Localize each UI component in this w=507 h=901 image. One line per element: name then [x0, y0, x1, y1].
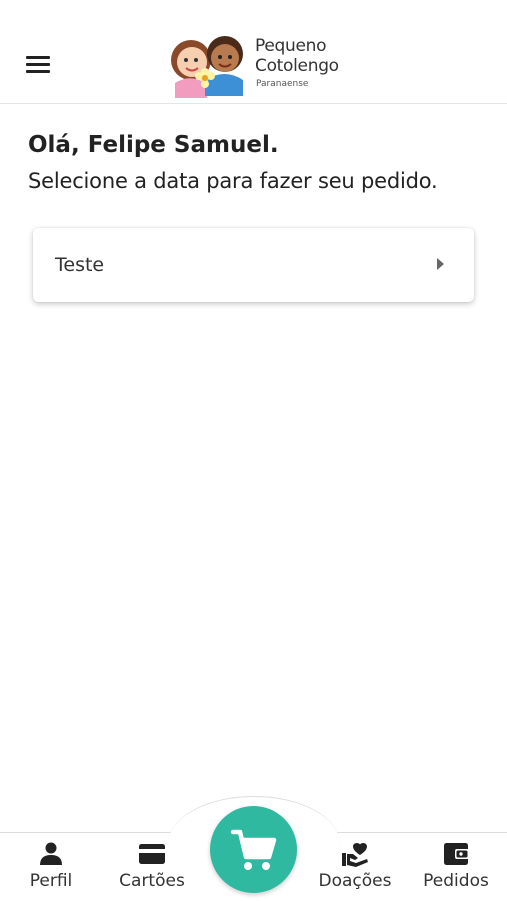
greeting-title: Olá, Felipe Samuel. — [28, 132, 279, 158]
greeting-subtitle: Selecione a data para fazer seu pedido. — [28, 169, 438, 193]
wallet-icon — [444, 843, 469, 865]
logo-text-line1: Pequeno — [255, 36, 327, 56]
logo-text-line2: Cotolengo — [255, 56, 339, 76]
cart-button[interactable] — [210, 806, 297, 893]
date-list-item[interactable]: Teste — [33, 228, 474, 302]
logo-text-line3: Paranaense — [256, 79, 309, 89]
date-label: Teste — [55, 254, 105, 276]
nav-label-cartoes: Cartões — [119, 871, 185, 891]
credit-card-icon — [139, 844, 165, 864]
person-icon — [40, 842, 62, 865]
logo: Pequeno Cotolengo Paranaense — [165, 28, 355, 98]
chevron-right-icon — [437, 258, 444, 270]
nav-label-perfil: Perfil — [29, 871, 73, 891]
nav-item-pedidos[interactable]: Pedidos — [411, 840, 501, 895]
nav-item-doacoes[interactable]: Doações — [310, 840, 400, 895]
hamburger-menu-icon[interactable] — [22, 52, 54, 78]
nav-item-perfil[interactable]: Perfil — [6, 840, 96, 895]
shopping-cart-icon — [230, 829, 277, 870]
donation-heart-icon — [342, 843, 368, 867]
nav-label-doacoes: Doações — [318, 871, 392, 891]
nav-label-pedidos: Pedidos — [423, 871, 489, 891]
nav-item-cartoes[interactable]: Cartões — [107, 840, 197, 895]
app-header: Pequeno Cotolengo Paranaense — [0, 0, 507, 104]
logo-children-illustration — [171, 36, 243, 98]
